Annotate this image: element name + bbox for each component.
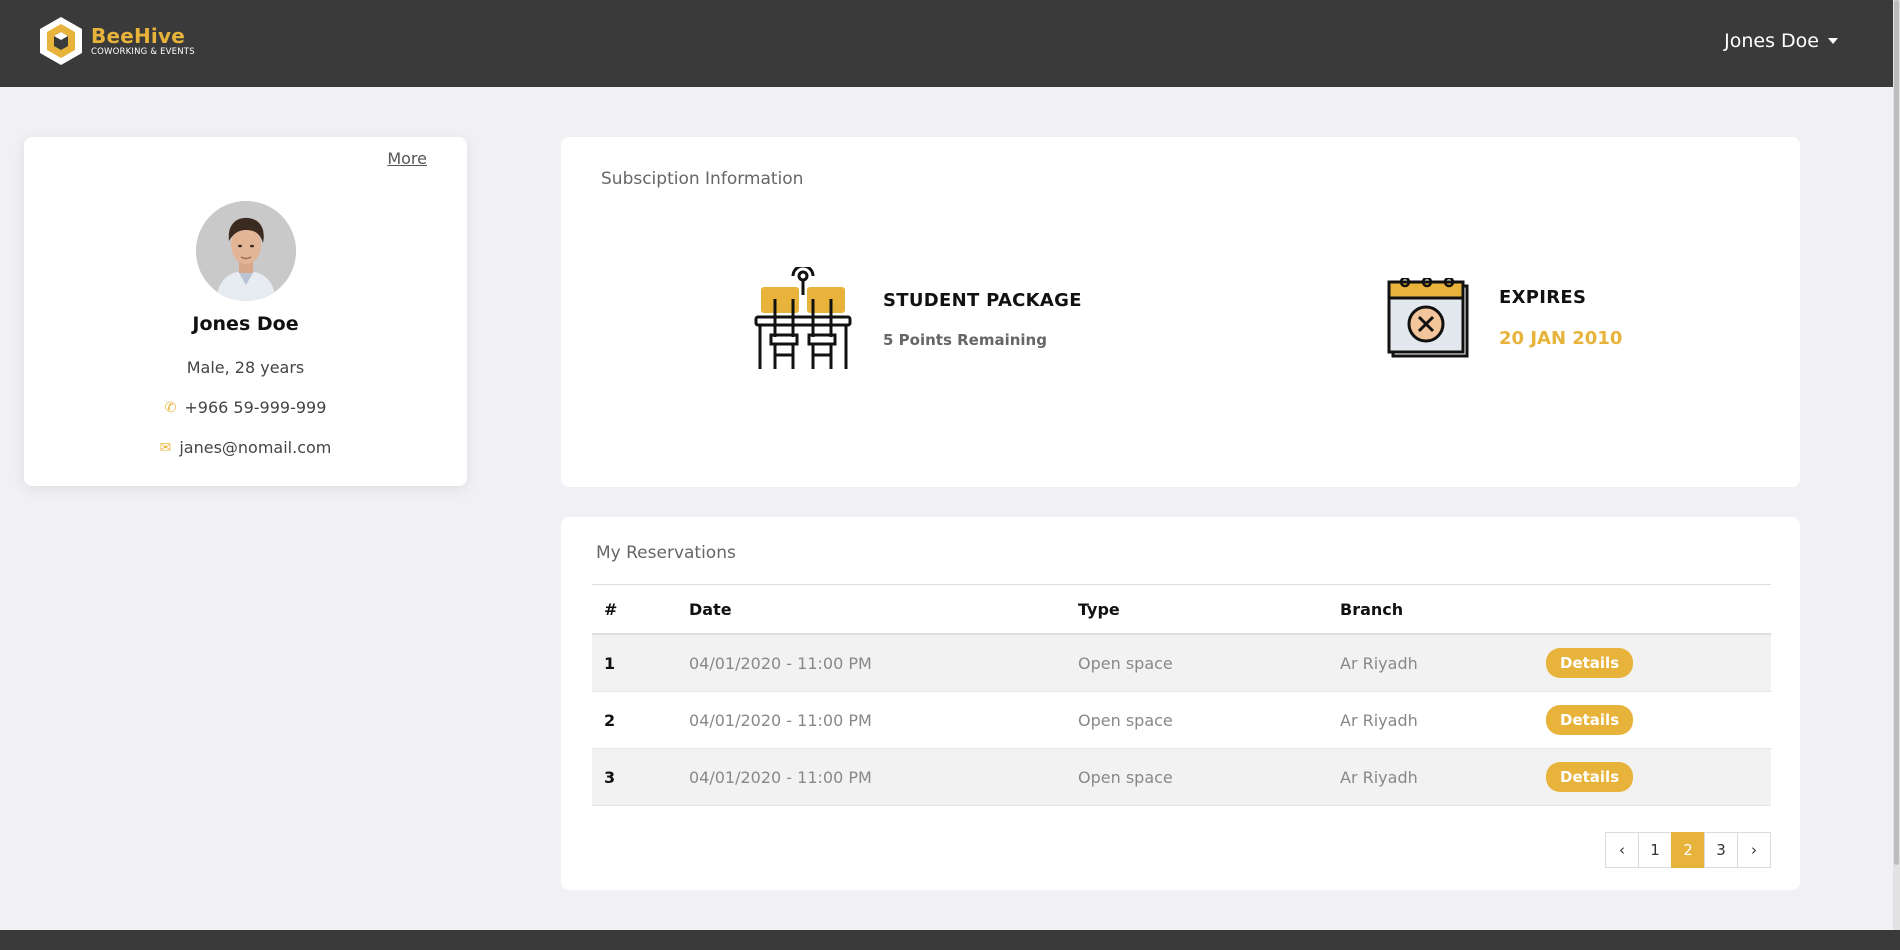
package-info: STUDENT PACKAGE 5 Points Remaining [753, 267, 1082, 371]
expiry-info: EXPIRES 20 JAN 2010 [1387, 278, 1622, 358]
calendar-cancel-icon [1387, 278, 1469, 358]
expires-date: 20 JAN 2010 [1499, 328, 1623, 349]
table-row: 3 04/01/2020 - 11:00 PM Open space Ar Ri… [592, 748, 1771, 806]
profile-card: More Jones Doe Male, 28 years ✆ +966 59-… [24, 137, 467, 486]
row-number: 1 [592, 634, 677, 692]
package-points: 5 Points Remaining [883, 330, 1047, 349]
brand-tagline: COWORKING & EVENTS [91, 46, 195, 57]
row-number: 2 [592, 691, 677, 749]
pagination-page-1[interactable]: 1 [1638, 832, 1672, 868]
desk-chairs-icon [754, 267, 852, 369]
row-branch: Ar Riyadh [1328, 748, 1534, 806]
phone-icon: ✆ [164, 399, 177, 416]
profile-phone: +966 59-999-999 [184, 398, 327, 417]
pagination: ‹ 1 2 3 › [1605, 832, 1771, 868]
envelope-icon: ✉ [159, 439, 172, 456]
row-type: Open space [1066, 691, 1328, 749]
top-navbar: BeeHive COWORKING & EVENTS Jones Doe [0, 0, 1893, 87]
column-header-action [1534, 584, 1771, 635]
reservations-title: My Reservations [596, 543, 736, 563]
row-type: Open space [1066, 634, 1328, 692]
row-branch: Ar Riyadh [1328, 691, 1534, 749]
brand-name: BeeHive [91, 23, 185, 48]
footer-bar [0, 930, 1900, 950]
details-button[interactable]: Details [1546, 648, 1634, 678]
row-type: Open space [1066, 748, 1328, 806]
subscription-title: Subsciption Information [601, 169, 804, 189]
details-button[interactable]: Details [1546, 762, 1634, 792]
package-title: STUDENT PACKAGE [883, 289, 1082, 311]
table-row: 1 04/01/2020 - 11:00 PM Open space Ar Ri… [592, 634, 1771, 692]
pagination-page-3[interactable]: 3 [1704, 832, 1738, 868]
user-menu-dropdown[interactable]: Jones Doe [1724, 30, 1838, 52]
column-header-type: Type [1066, 584, 1328, 635]
reservations-table: # Date Type Branch 1 04/01/2020 - 11:00 … [592, 584, 1771, 806]
avatar [196, 201, 296, 301]
scrollbar-thumb[interactable] [1894, 0, 1899, 865]
pagination-page-2[interactable]: 2 [1671, 832, 1705, 868]
brand-logo[interactable]: BeeHive COWORKING & EVENTS [38, 15, 195, 67]
pagination-prev[interactable]: ‹ [1605, 832, 1639, 868]
column-header-number: # [592, 584, 677, 635]
details-button[interactable]: Details [1546, 705, 1634, 735]
chevron-down-icon [1828, 38, 1838, 44]
row-date: 04/01/2020 - 11:00 PM [677, 634, 1066, 692]
expires-label: EXPIRES [1499, 287, 1587, 308]
user-menu-name: Jones Doe [1724, 30, 1819, 52]
profile-gender-age: Male, 28 years [186, 358, 305, 377]
table-row: 2 04/01/2020 - 11:00 PM Open space Ar Ri… [592, 691, 1771, 749]
reservations-card: My Reservations # Date Type Branch 1 04/… [561, 517, 1800, 890]
profile-email[interactable]: janes@nomail.com [179, 438, 331, 457]
hexagon-logo-icon [40, 17, 82, 65]
column-header-branch: Branch [1328, 584, 1534, 635]
row-date: 04/01/2020 - 11:00 PM [677, 748, 1066, 806]
row-date: 04/01/2020 - 11:00 PM [677, 691, 1066, 749]
column-header-date: Date [677, 584, 1066, 635]
row-number: 3 [592, 748, 677, 806]
page-scrollbar[interactable] [1893, 0, 1900, 950]
subscription-card: Subsciption Information STUDENT PACKAGE … [561, 137, 1800, 487]
table-header-row: # Date Type Branch [592, 584, 1771, 635]
more-link[interactable]: More [387, 149, 427, 168]
pagination-next[interactable]: › [1737, 832, 1771, 868]
row-branch: Ar Riyadh [1328, 634, 1534, 692]
profile-name: Jones Doe [192, 313, 299, 335]
